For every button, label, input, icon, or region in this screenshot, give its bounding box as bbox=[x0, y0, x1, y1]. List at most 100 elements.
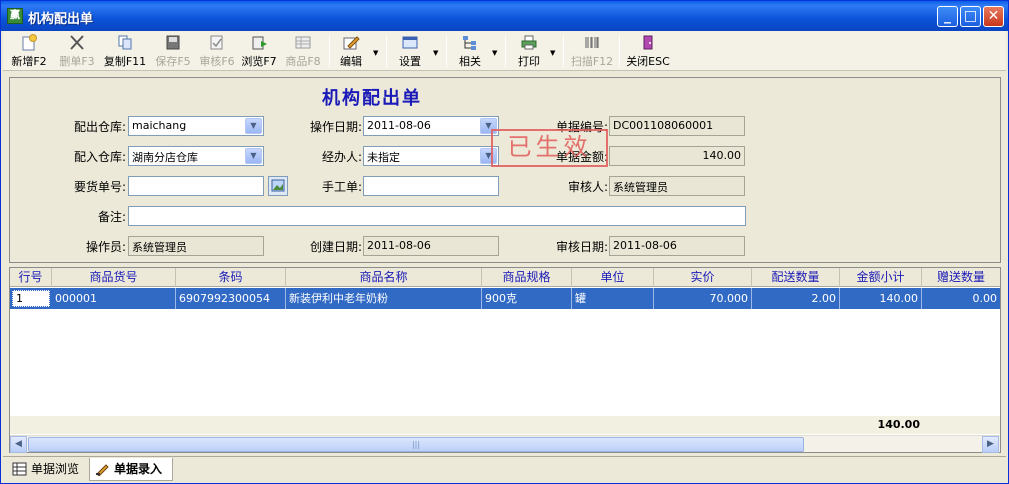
cell-barcode[interactable]: 6907992300054 bbox=[176, 288, 286, 309]
new-button[interactable]: 新增F2 bbox=[7, 34, 51, 68]
minimize-button[interactable]: _ bbox=[937, 6, 958, 27]
column-header[interactable]: 配送数量 bbox=[752, 268, 840, 287]
operator-label: 操作员: bbox=[85, 240, 126, 254]
cell-product-name[interactable]: 新装伊利中老年奶粉 bbox=[286, 288, 482, 309]
cell-spec[interactable]: 900克 bbox=[482, 288, 572, 309]
doc-amount-value: 140.00 bbox=[702, 149, 742, 162]
column-header[interactable]: 商品规格 bbox=[482, 268, 572, 287]
app-icon: 赢 bbox=[7, 8, 23, 24]
scan-button[interactable]: 扫描F12 bbox=[569, 34, 615, 68]
browse-button-label: 浏览F7 bbox=[241, 55, 277, 68]
toolbar-separator bbox=[505, 35, 506, 67]
column-header[interactable]: 条码 bbox=[176, 268, 286, 287]
out-warehouse-select[interactable]: maichang ▼ bbox=[128, 116, 264, 136]
audit-button[interactable]: 审核F6 bbox=[195, 34, 239, 68]
print-dropdown-arrow[interactable]: ▼ bbox=[550, 49, 555, 57]
auditor-label: 审核人: bbox=[567, 180, 608, 194]
bottom-tab-bar: 单据浏览 单据录入 bbox=[3, 456, 1006, 483]
column-header[interactable]: 商品货号 bbox=[52, 268, 176, 287]
close-window-button[interactable]: ✕ bbox=[983, 6, 1004, 27]
cell-unit[interactable]: 罐 bbox=[572, 288, 654, 309]
product-button-label: 商品F8 bbox=[285, 55, 321, 68]
chevron-down-icon[interactable]: ▼ bbox=[245, 118, 262, 134]
copy-button-label: 复制F11 bbox=[103, 55, 147, 68]
print-menu-button[interactable]: 打印 bbox=[512, 34, 546, 68]
chevron-down-icon[interactable]: ▼ bbox=[245, 148, 262, 164]
handler-value: 未指定 bbox=[367, 151, 400, 164]
browse-icon bbox=[252, 36, 267, 50]
settings-dropdown-arrow[interactable]: ▼ bbox=[433, 49, 438, 57]
settings-menu-label: 设置 bbox=[399, 55, 421, 68]
title-bar[interactable]: 赢 机构配出单 _ □ ✕ bbox=[1, 1, 1008, 31]
edit-menu-label: 编辑 bbox=[340, 55, 362, 68]
cell-item-no[interactable]: 000001 bbox=[52, 288, 176, 309]
copy-button[interactable]: 复制F11 bbox=[101, 34, 149, 68]
cell-line-no[interactable]: 1 bbox=[12, 290, 50, 307]
scroll-thumb[interactable]: ||| bbox=[28, 437, 804, 452]
product-button[interactable]: 商品F8 bbox=[281, 34, 325, 68]
delete-button-label: 删单F3 bbox=[59, 55, 95, 68]
column-header[interactable]: 实价 bbox=[654, 268, 752, 287]
operator-value: 系统管理员 bbox=[132, 241, 187, 254]
audit-date-value: 2011-08-06 bbox=[613, 239, 677, 252]
tab-doc-entry[interactable]: 单据录入 bbox=[89, 458, 173, 481]
remark-input[interactable] bbox=[128, 206, 746, 226]
scroll-left-arrow-icon[interactable]: ◀ bbox=[10, 436, 27, 453]
related-menu-label: 相关 bbox=[459, 55, 481, 68]
save-button[interactable]: 保存F5 bbox=[151, 34, 195, 68]
operate-date-picker[interactable]: 2011-08-06 ▼ bbox=[363, 116, 499, 136]
column-header[interactable]: 行号 bbox=[10, 268, 52, 287]
create-date-value: 2011-08-06 bbox=[367, 239, 431, 252]
edit-pencil-icon bbox=[343, 36, 360, 50]
handler-select[interactable]: 未指定 ▼ bbox=[363, 146, 499, 166]
column-header[interactable]: 商品名称 bbox=[286, 268, 482, 287]
settings-menu-button[interactable]: 设置 bbox=[393, 34, 427, 68]
horizontal-scrollbar[interactable]: ◀ ||| ▶ bbox=[10, 435, 1000, 453]
detail-grid[interactable]: 行号 商品货号 条码 商品名称 商品规格 单位 实价 配送数量 金额小计 赠送数… bbox=[9, 267, 1001, 453]
related-dropdown-arrow[interactable]: ▼ bbox=[492, 49, 497, 57]
cell-subtotal[interactable]: 140.00 bbox=[840, 288, 922, 309]
printer-icon bbox=[521, 35, 537, 50]
out-warehouse-label: 配出仓库: bbox=[73, 120, 126, 134]
maximize-button[interactable]: □ bbox=[960, 6, 981, 27]
close-button[interactable]: 关闭ESC bbox=[625, 34, 671, 68]
effective-stamp: 已生效 bbox=[491, 129, 608, 167]
operator-field: 系统管理员 bbox=[128, 236, 264, 256]
audit-check-icon bbox=[210, 35, 223, 50]
cell-price[interactable]: 70.000 bbox=[654, 288, 752, 309]
tab-doc-browse-label: 单据浏览 bbox=[31, 462, 80, 476]
operate-date-value: 2011-08-06 bbox=[367, 119, 431, 132]
cell-gift-qty[interactable]: 0.00 bbox=[922, 288, 1000, 309]
edit-dropdown-arrow[interactable]: ▼ bbox=[373, 49, 378, 57]
related-menu-button[interactable]: 相关 bbox=[453, 34, 487, 68]
scan-button-label: 扫描F12 bbox=[570, 55, 614, 68]
request-no-label: 要货单号: bbox=[73, 180, 126, 194]
doc-amount-field: 140.00 bbox=[609, 146, 745, 166]
cell-qty[interactable]: 2.00 bbox=[752, 288, 840, 309]
toolbar-separator bbox=[329, 35, 330, 67]
manual-no-label: 手工单: bbox=[321, 180, 362, 194]
tab-doc-browse[interactable]: 单据浏览 bbox=[7, 458, 87, 481]
manual-no-input[interactable] bbox=[363, 176, 499, 196]
in-warehouse-select[interactable]: 湖南分店仓库 ▼ bbox=[128, 146, 264, 166]
auditor-field: 系统管理员 bbox=[609, 176, 745, 196]
browse-button[interactable]: 浏览F7 bbox=[237, 34, 281, 68]
settings-window-icon bbox=[402, 36, 418, 49]
delete-button[interactable]: 删单F3 bbox=[55, 34, 99, 68]
product-list-icon bbox=[295, 36, 311, 49]
doc-no-field: DC001108060001 bbox=[609, 116, 745, 136]
form-panel: 机构配出单 配出仓库: maichang ▼ 操作日期: 2011-08-06 … bbox=[9, 77, 1001, 263]
column-header[interactable]: 金额小计 bbox=[840, 268, 922, 287]
toolbar-separator bbox=[446, 35, 447, 67]
column-header[interactable]: 赠送数量 bbox=[922, 268, 1000, 287]
entry-pencil-icon bbox=[96, 464, 109, 476]
create-date-field: 2011-08-06 bbox=[363, 236, 499, 256]
edit-menu-button[interactable]: 编辑 bbox=[335, 34, 367, 68]
request-no-input[interactable] bbox=[128, 176, 264, 196]
new-document-icon bbox=[22, 34, 37, 51]
tab-doc-entry-label: 单据录入 bbox=[114, 462, 163, 476]
create-date-label: 创建日期: bbox=[309, 240, 362, 254]
column-header[interactable]: 单位 bbox=[572, 268, 654, 287]
scroll-right-arrow-icon[interactable]: ▶ bbox=[982, 436, 999, 453]
table-row[interactable]: 1 000001 6907992300054 新装伊利中老年奶粉 900克 罐 … bbox=[10, 288, 1000, 309]
